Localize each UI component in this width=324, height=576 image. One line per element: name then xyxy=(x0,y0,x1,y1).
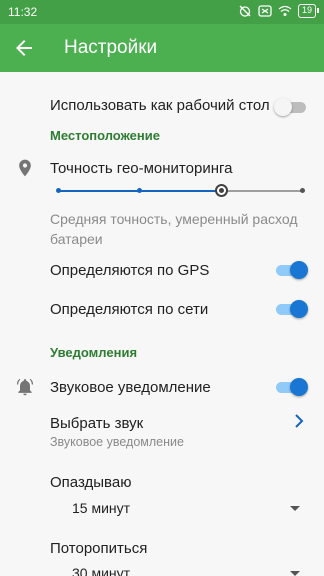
location-pin-icon xyxy=(19,159,31,177)
switch-thumb xyxy=(274,98,292,116)
battery-icon: 19 xyxy=(297,4,320,18)
page-title: Настройки xyxy=(64,37,158,58)
network-switch[interactable] xyxy=(276,300,308,318)
chevron-down-icon xyxy=(290,506,300,511)
use-as-desktop-label: Использовать как рабочий стол xyxy=(50,97,270,114)
status-time: 11:32 xyxy=(8,5,38,19)
accuracy-slider[interactable] xyxy=(56,182,305,200)
choose-sound-label: Выбрать звук xyxy=(50,415,144,432)
app-bar: Настройки xyxy=(0,24,324,72)
hurry-label: Поторопиться xyxy=(50,540,148,557)
use-as-desktop-switch[interactable] xyxy=(274,98,306,116)
sound-notification-label: Звуковое уведомление xyxy=(50,379,211,396)
chevron-right-icon xyxy=(295,414,304,428)
settings-list: Использовать как рабочий стол Местополож… xyxy=(0,72,324,576)
gps-switch[interactable] xyxy=(276,261,308,279)
wifi-icon xyxy=(278,5,292,16)
switch-thumb xyxy=(290,261,308,279)
switch-thumb xyxy=(290,378,308,396)
network-label: Определяются по сети xyxy=(50,301,209,318)
chevron-down-icon xyxy=(290,571,300,576)
status-bar: 11:32 19 xyxy=(0,0,324,24)
bell-ring-icon xyxy=(16,378,34,396)
switch-thumb xyxy=(290,300,308,318)
status-icons: 19 xyxy=(238,4,320,18)
hurry-value: 30 минут xyxy=(72,565,131,576)
slider-knob[interactable] xyxy=(215,184,228,197)
slider-tick xyxy=(300,188,305,193)
alarm-off-icon xyxy=(239,5,251,17)
arrow-back-icon[interactable] xyxy=(12,36,36,60)
late-value: 15 минут xyxy=(72,500,131,516)
choose-sound-value: Звуковое уведомление xyxy=(50,435,184,449)
slider-tick xyxy=(56,188,61,193)
accuracy-label: Точность гео-мониторинга xyxy=(50,160,233,177)
late-label: Опаздываю xyxy=(50,474,132,491)
notifications-section-header: Уведомления xyxy=(50,345,138,360)
sound-notification-switch[interactable] xyxy=(276,378,308,396)
slider-tick xyxy=(137,188,142,193)
location-section-header: Местоположение xyxy=(50,128,160,143)
accuracy-description: Средняя точность, умеренный расход батар… xyxy=(50,211,298,247)
slider-rest-track xyxy=(221,190,302,192)
sim-icon xyxy=(258,5,272,17)
gps-label: Определяются по GPS xyxy=(50,262,210,279)
